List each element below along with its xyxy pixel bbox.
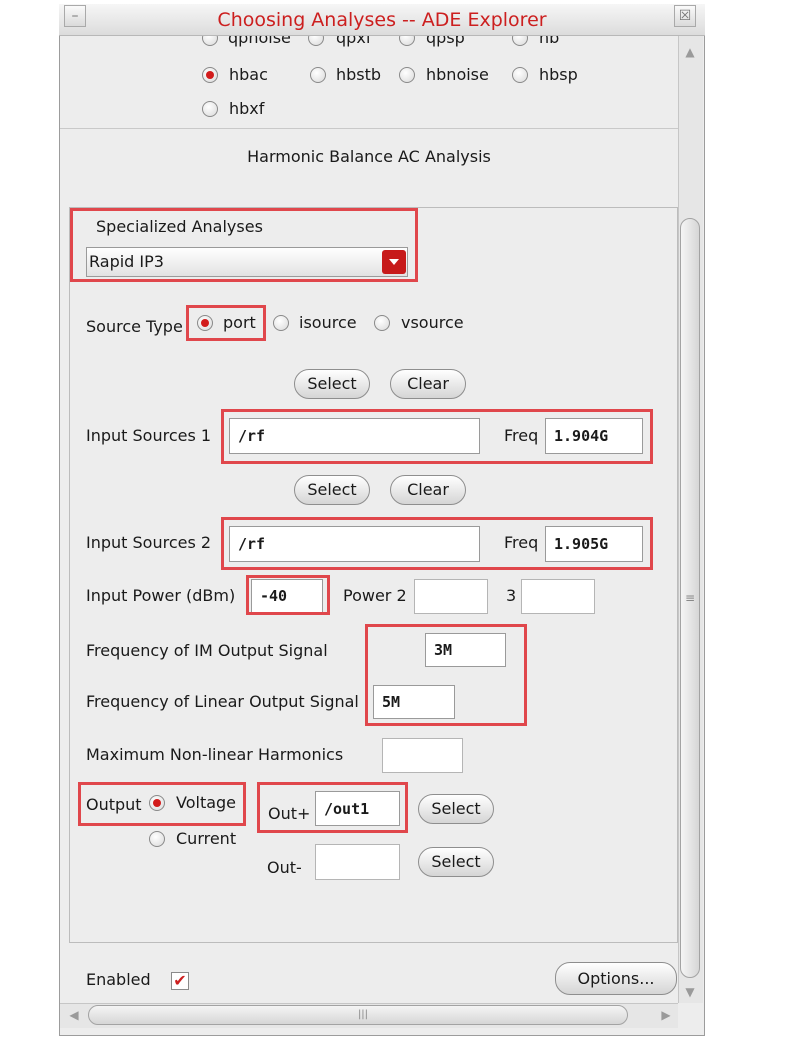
radio-current[interactable]: [149, 831, 165, 847]
radio-label: hbac: [229, 65, 268, 84]
max-harmonics-label: Maximum Non-linear Harmonics: [86, 745, 344, 764]
radio-hbstb[interactable]: [310, 67, 326, 83]
analysis-row-clipped: qpnoise qpxf qpsp hb: [60, 36, 678, 52]
select-out-plus-button[interactable]: Select: [418, 794, 494, 824]
input-sources-2-label: Input Sources 2: [86, 533, 212, 552]
highlight-box: [246, 575, 330, 615]
close-button[interactable]: ☒: [674, 5, 696, 27]
radio-label: isource: [299, 313, 357, 332]
power-2-field[interactable]: [414, 579, 488, 614]
scroll-up-icon[interactable]: ▲: [680, 42, 700, 62]
source-type-label: Source Type: [86, 317, 183, 336]
highlight-box: [70, 208, 418, 282]
clear-button-2[interactable]: Clear: [390, 475, 466, 505]
max-harmonics-field[interactable]: [382, 738, 463, 773]
grip-icon: ≡: [684, 591, 696, 605]
radio-label: vsource: [401, 313, 464, 332]
out-minus-label: Out-: [267, 858, 302, 877]
radio-hb[interactable]: [512, 36, 528, 46]
options-button[interactable]: Options...: [555, 962, 677, 995]
out-minus-field[interactable]: [315, 844, 400, 880]
radio-hbsp[interactable]: [512, 67, 528, 83]
radio-label: qpsp: [426, 36, 465, 47]
enabled-label: Enabled: [86, 970, 151, 989]
section-title: Harmonic Balance AC Analysis: [247, 147, 491, 166]
radio-hbac[interactable]: [202, 67, 218, 83]
highlight-box: [365, 624, 527, 726]
input-sources-1-label: Input Sources 1: [86, 426, 212, 445]
power-3-field[interactable]: [521, 579, 595, 614]
clear-button-1[interactable]: Clear: [390, 369, 466, 399]
radio-label: hbnoise: [426, 65, 489, 84]
radio-hbnoise[interactable]: [399, 67, 415, 83]
radio-label: qpnoise: [228, 36, 291, 47]
scroll-down-icon[interactable]: ▼: [680, 982, 700, 1002]
minimize-button[interactable]: –: [64, 5, 86, 27]
linear-output-label: Frequency of Linear Output Signal: [86, 692, 359, 711]
radio-label: Current: [176, 829, 237, 848]
select-button-1[interactable]: Select: [294, 369, 370, 399]
radio-hbxf[interactable]: [202, 101, 218, 117]
power-2-label: Power 2: [343, 586, 407, 605]
scroll-left-icon[interactable]: ◀: [64, 1005, 84, 1025]
radio-qpnoise[interactable]: [202, 36, 218, 46]
window-title: Choosing Analyses -- ADE Explorer: [217, 9, 547, 31]
radio-label: hb: [539, 36, 560, 47]
highlight-box: [78, 782, 246, 826]
radio-label: hbstb: [336, 65, 382, 84]
radio-label: qpxf: [336, 36, 372, 47]
select-button-2[interactable]: Select: [294, 475, 370, 505]
highlight-box: [257, 782, 408, 833]
scroll-right-icon[interactable]: ▶: [656, 1005, 676, 1025]
title-bar: Choosing Analyses -- ADE Explorer: [59, 4, 705, 36]
highlight-box: [221, 409, 653, 464]
im-output-label: Frequency of IM Output Signal: [86, 641, 328, 660]
select-out-minus-button[interactable]: Select: [418, 847, 494, 877]
grip-icon: |||: [357, 1009, 369, 1020]
power-3-label: 3: [506, 586, 517, 605]
input-power-label: Input Power (dBm): [86, 586, 236, 605]
radio-label: hbsp: [539, 65, 578, 84]
divider: [60, 128, 678, 129]
highlight-box: [221, 517, 653, 570]
enabled-checkbox[interactable]: ✔: [171, 972, 189, 990]
radio-qpsp[interactable]: [399, 36, 415, 46]
radio-vsource[interactable]: [374, 315, 390, 331]
radio-isource[interactable]: [273, 315, 289, 331]
radio-qpxf[interactable]: [308, 36, 324, 46]
highlight-box: [186, 305, 266, 341]
radio-label: hbxf: [229, 99, 265, 118]
